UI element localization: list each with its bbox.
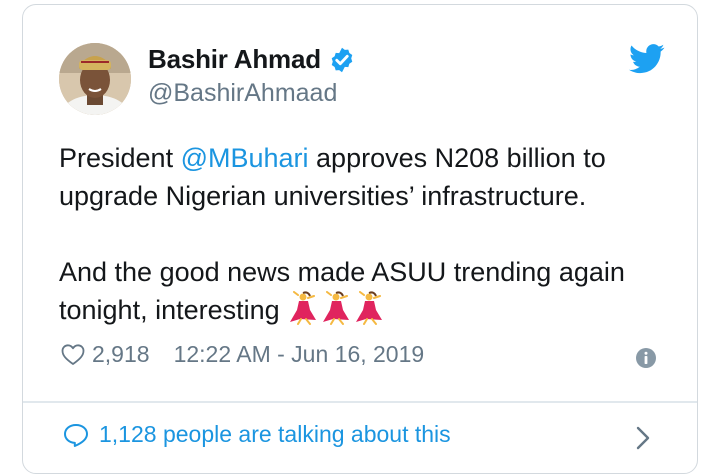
heart-icon[interactable] (61, 343, 85, 366)
divider (23, 401, 697, 403)
avatar[interactable] (59, 43, 131, 115)
tweet-text-prefix: President (59, 143, 181, 173)
verified-badge-icon (331, 47, 353, 72)
mention-link[interactable]: @MBuhari (181, 143, 309, 173)
avatar-image (59, 43, 131, 115)
author-handle[interactable]: @BashirAhmaad (148, 79, 337, 108)
tweet-card: Bashir Ahmad @BashirAhmaad President @MB… (22, 4, 698, 474)
emoji-group (286, 291, 385, 325)
conversation-text[interactable]: 1,128 people are talking about this (99, 421, 451, 448)
chevron-right-icon[interactable] (635, 425, 651, 451)
twitter-bird-icon[interactable] (629, 43, 665, 75)
speech-bubble-icon (64, 423, 88, 447)
tweet-text: President @MBuhari approves N208 billion… (59, 139, 659, 329)
conversation-link[interactable]: 1,128 people are talking about this (63, 421, 451, 448)
tweet-paragraph-2: And the good news made ASUU trending aga… (59, 253, 659, 329)
tweet-meta: 2,918 12:22 AM - Jun 16, 2019 (61, 341, 424, 368)
like-count[interactable]: 2,918 (92, 341, 150, 368)
dancing-woman-emoji (289, 291, 316, 325)
dancing-woman-emoji (322, 291, 349, 325)
info-icon[interactable] (635, 347, 657, 369)
author-name-row[interactable]: Bashir Ahmad (148, 44, 356, 75)
tweet-paragraph-1: President @MBuhari approves N208 billion… (59, 139, 659, 215)
timestamp[interactable]: 12:22 AM - Jun 16, 2019 (174, 341, 425, 368)
dancing-woman-emoji (355, 291, 382, 325)
author-name[interactable]: Bashir Ahmad (148, 44, 321, 75)
